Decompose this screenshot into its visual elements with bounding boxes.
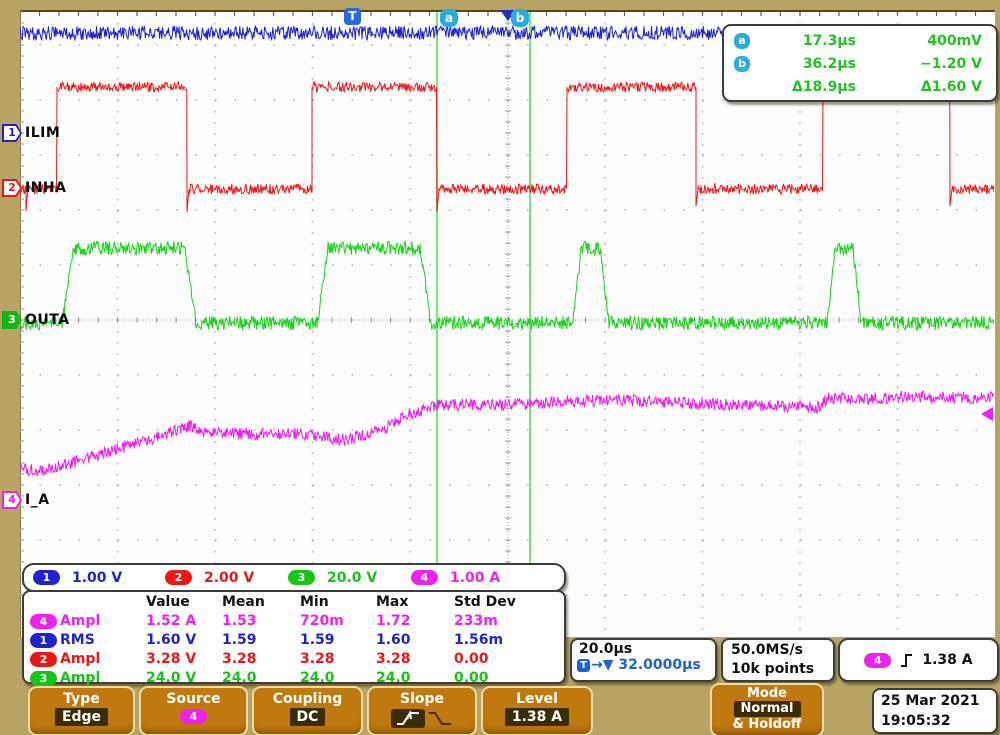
cursor-b-time: 36.2µs: [754, 56, 856, 72]
trigger-level-arrow[interactable]: [981, 407, 993, 421]
level-value: 1.38 A: [505, 708, 569, 726]
ch2-scale: 2.00 V: [204, 570, 279, 586]
ch1-position-marker[interactable]: 1: [2, 124, 22, 142]
trace-i_a: [20, 391, 994, 476]
mode-suffix: & Holdoff: [712, 717, 822, 732]
cursor-a-volt: 400mV: [856, 33, 982, 49]
timebase-scale: 20.0µs: [579, 641, 715, 657]
time-text: 19:05:32: [881, 711, 996, 731]
cursor-delta-time: Δ18.9µs: [754, 79, 856, 95]
mode-value: Normal: [734, 701, 801, 717]
acquisition-readout: 50.0MS/s 10k points: [721, 638, 835, 682]
date-text: 25 Mar 2021: [881, 691, 996, 711]
oscilloscope-screen: T a b 1 ILIM 2 INHA 3 OUTA 4 I_A a 17.3µ…: [0, 0, 1000, 735]
trigger-readout: 4 1.38 A: [838, 638, 999, 682]
trace-outa: [20, 241, 994, 330]
trigger-position-marker[interactable]: T: [344, 8, 361, 25]
ch1-scale: 1.00 V: [72, 570, 147, 586]
trigger-level-value: 1.38 A: [922, 652, 972, 668]
datetime-box: 25 Mar 2021 19:05:32: [872, 688, 998, 734]
type-value: Edge: [55, 708, 108, 726]
timebase-readout: 20.0µs T→▼ 32.0000µs: [570, 638, 717, 682]
level-button[interactable]: Level 1.38 A: [481, 686, 593, 735]
source-channel-chip: 4: [180, 709, 207, 724]
type-button[interactable]: Type Edge: [28, 686, 135, 735]
ch1-label: ILIM: [25, 125, 60, 141]
measurement-row-ch4: 4 Ampl 1.52 A 1.53 720m 1.72 233m: [24, 613, 564, 630]
ch4-scale: 1.00 A: [450, 570, 500, 586]
ch2-position-marker[interactable]: 2: [2, 179, 22, 197]
measurement-table: Value Mean Min Max Std Dev 4 Ampl 1.52 A…: [22, 590, 566, 684]
cursor-a-time: 17.3µs: [754, 33, 856, 49]
cursor-b-readout-badge: b: [734, 56, 750, 72]
channel-scale-bar[interactable]: 1 1.00 V 2 2.00 V 3 20.0 V 4 1.00 A: [22, 563, 566, 592]
trigger-source-chip: 4: [864, 653, 891, 668]
ch4-chip: 4: [411, 570, 438, 585]
ch2-label: INHA: [25, 180, 66, 196]
cursor-a-readout-badge: a: [734, 33, 750, 49]
ch4-label: I_A: [25, 492, 50, 508]
measurement-row-ch1: 1 RMS 1.60 V 1.59 1.59 1.60 1.56m: [24, 632, 564, 649]
record-length: 10k points: [731, 660, 833, 679]
ch3-chip: 3: [288, 570, 315, 585]
coupling-value: DC: [290, 708, 326, 726]
ch1-chip: 1: [33, 570, 60, 585]
cursor-readout-box: a 17.3µs 400mV b 36.2µs −1.20 V Δ18.9µs …: [722, 24, 998, 102]
rising-edge-icon: [900, 652, 913, 669]
slope-button[interactable]: Slope: [367, 686, 477, 735]
ch2-chip: 2: [165, 570, 192, 585]
cursor-a-badge[interactable]: a: [440, 9, 458, 27]
falling-slope-icon: [427, 710, 453, 727]
timebase-delay: T→▼ 32.0000µs: [577, 657, 715, 673]
ch4-position-marker[interactable]: 4: [2, 491, 22, 509]
cursor-b-volt: −1.20 V: [856, 56, 982, 72]
trigger-t-icon: T: [577, 659, 590, 672]
measurement-row-ch3: 3 Ampl 24.0 V 24.0 24.0 24.0 0.00: [24, 670, 564, 687]
cursor-delta-volt: Δ1.60 V: [856, 79, 982, 95]
source-button[interactable]: Source 4: [139, 686, 248, 735]
mode-button[interactable]: Mode Normal & Holdoff: [710, 683, 824, 735]
waveform-traces: [20, 10, 994, 635]
rising-slope-icon: [391, 709, 425, 728]
measurement-header-row: Value Mean Min Max Std Dev: [24, 594, 564, 611]
cursor-b-badge[interactable]: b: [511, 9, 529, 27]
coupling-button[interactable]: Coupling DC: [252, 686, 363, 735]
ch3-scale: 20.0 V: [327, 570, 402, 586]
ch3-label: OUTA: [25, 312, 70, 328]
measurement-row-ch2: 2 Ampl 3.28 V 3.28 3.28 3.28 0.00: [24, 651, 564, 668]
sample-rate: 50.0MS/s: [731, 641, 833, 660]
ch3-position-marker[interactable]: 3: [2, 311, 22, 329]
